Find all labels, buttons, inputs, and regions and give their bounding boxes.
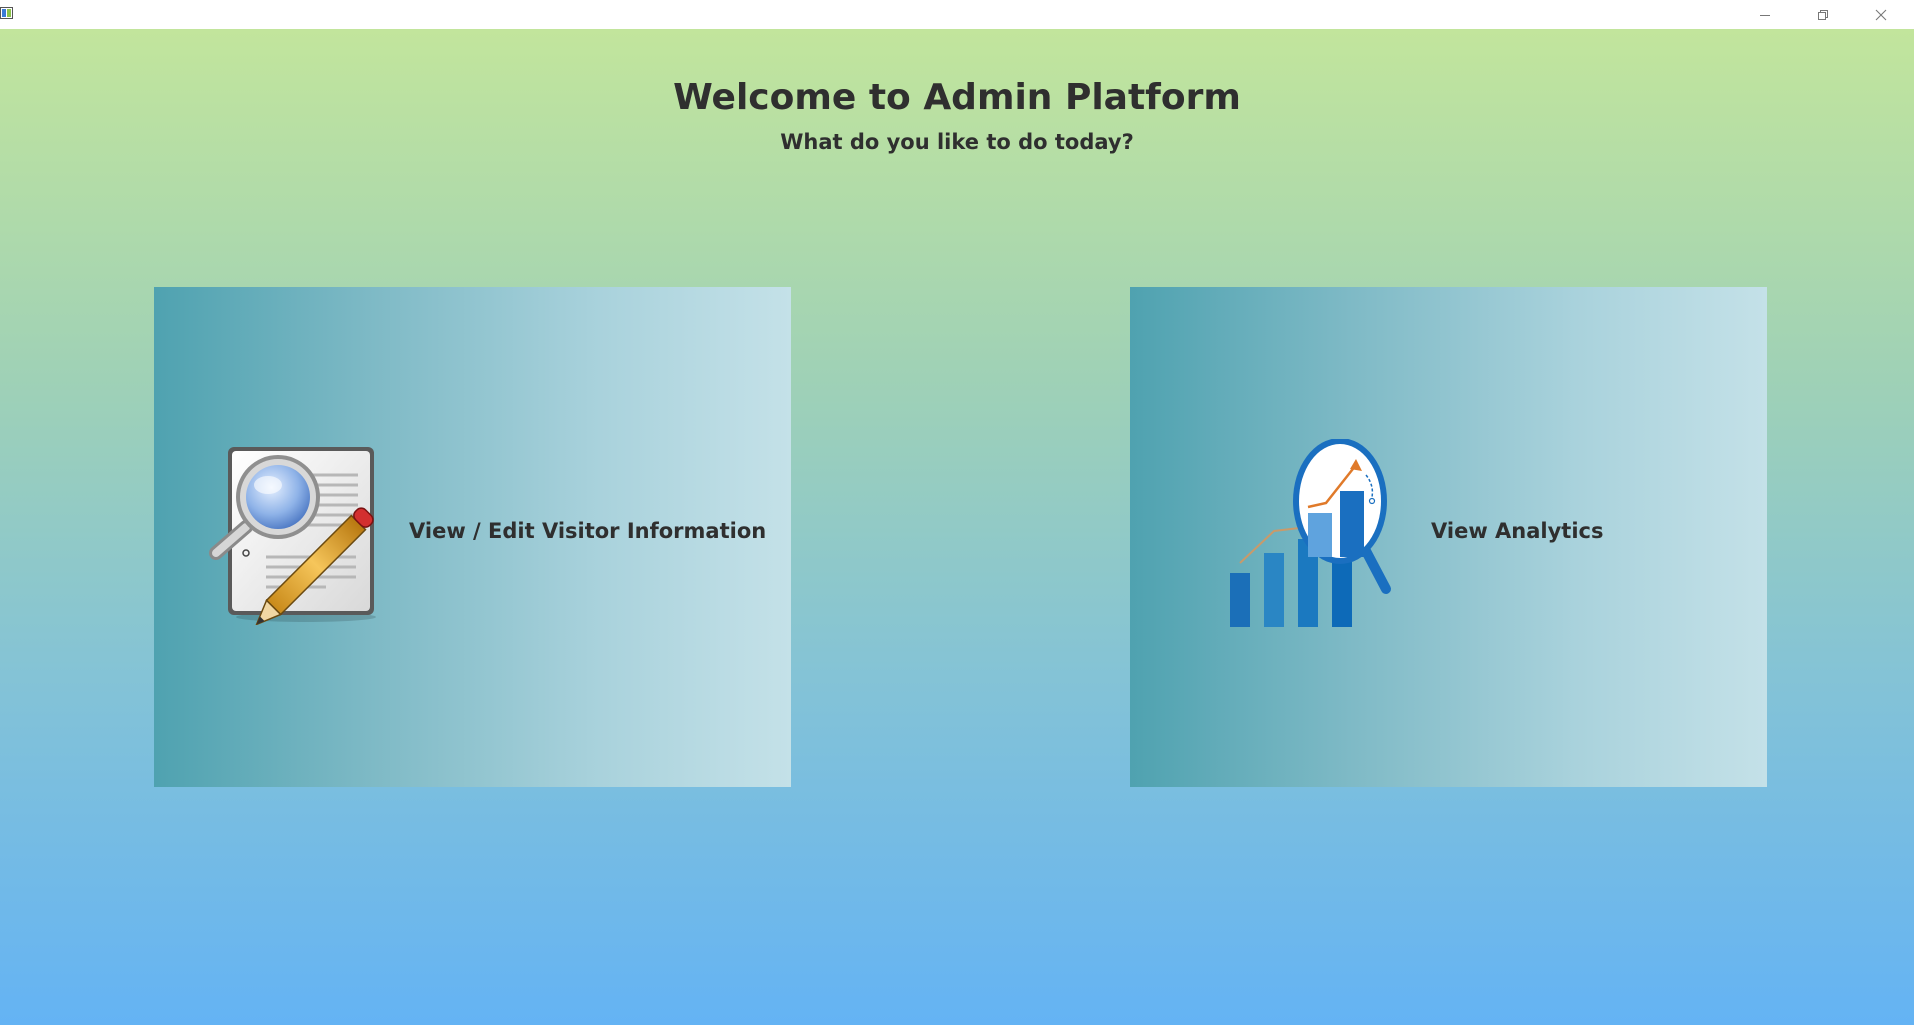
analytics-label: View Analytics	[1431, 519, 1604, 543]
main-content: Welcome to Admin Platform What do you li…	[0, 29, 1914, 1025]
app-icon	[0, 7, 13, 19]
minimize-icon	[1760, 14, 1770, 16]
restore-icon	[1818, 9, 1828, 20]
page-title: Welcome to Admin Platform	[673, 77, 1241, 118]
minimize-button[interactable]	[1736, 0, 1794, 29]
analytics-card[interactable]: View Analytics	[1130, 287, 1767, 787]
close-icon	[1875, 9, 1887, 20]
analytics-chart-icon	[1230, 439, 1391, 627]
title-bar[interactable]	[0, 0, 1914, 29]
app-window: Welcome to Admin Platform What do you li…	[0, 0, 1914, 1025]
page-subtitle: What do you like to do today?	[780, 130, 1134, 154]
visitor-info-card[interactable]: View / Edit Visitor Information	[154, 287, 791, 787]
close-button[interactable]	[1852, 0, 1910, 29]
restore-button[interactable]	[1794, 0, 1852, 29]
document-edit-icon	[209, 447, 376, 625]
visitor-info-label: View / Edit Visitor Information	[409, 519, 767, 543]
